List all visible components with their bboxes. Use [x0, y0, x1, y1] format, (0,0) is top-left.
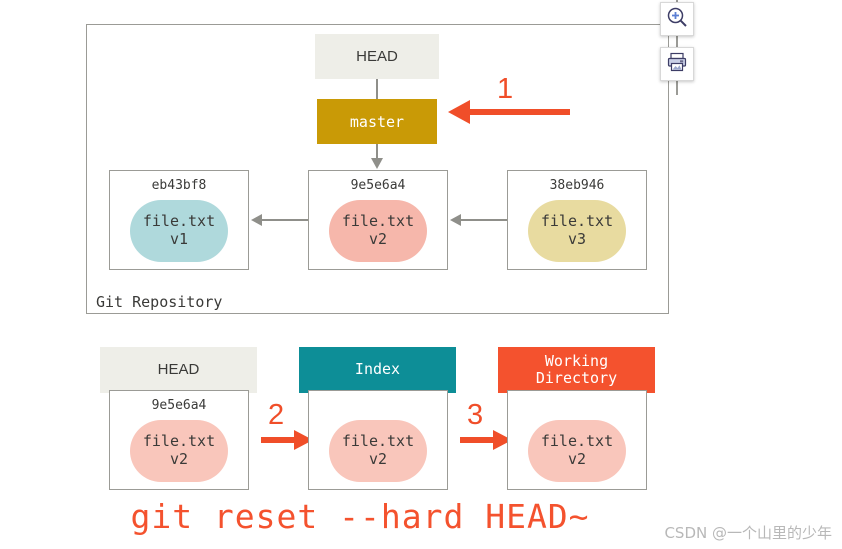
blob-version: v2: [368, 230, 388, 248]
blob-version: v1: [169, 230, 189, 248]
commit-link-3-to-2-arrowhead: [450, 214, 461, 226]
stage-header-working-directory: Working Directory: [498, 347, 655, 393]
step-1-arrow-shaft: [470, 109, 570, 115]
step-1-number: 1: [497, 73, 514, 105]
commit-blob: file.txt v3: [528, 200, 626, 262]
commit-link-2-to-1: [262, 219, 308, 221]
blob-filename: file.txt: [540, 432, 614, 451]
stage-blob: file.txt v2: [130, 420, 228, 482]
print-button[interactable]: [660, 47, 694, 81]
blob-version: v2: [567, 450, 587, 468]
csdn-watermark: CSDN @一个山里的少年: [664, 524, 832, 542]
step-2-number: 2: [268, 399, 285, 431]
repo-head-label: HEAD: [356, 48, 398, 65]
blob-filename: file.txt: [540, 212, 614, 231]
stage-body-working-directory: file.txt v2: [507, 390, 647, 490]
blob-filename: file.txt: [341, 212, 415, 231]
zoom-in-button[interactable]: [660, 2, 694, 36]
commit-sha: 38eb946: [549, 178, 605, 193]
printer-icon: [666, 51, 688, 78]
git-repository-label: Git Repository: [96, 293, 223, 311]
step-3-number: 3: [467, 399, 484, 431]
repo-master-box: master: [317, 99, 437, 144]
stage-header-working-directory-label: Working Directory: [535, 351, 618, 388]
blob-filename: file.txt: [142, 432, 216, 451]
stage-blob: file.txt v2: [329, 420, 427, 482]
stage-header-index-label: Index: [354, 360, 401, 379]
commit-sha: 9e5e6a4: [350, 178, 406, 193]
stage-blob: file.txt v2: [528, 420, 626, 482]
working-directory-line-1: Working: [544, 351, 609, 370]
commit-link-3-to-2: [461, 219, 507, 221]
step-3-arrow-shaft: [460, 437, 495, 443]
commit-blob: file.txt v2: [329, 200, 427, 262]
commit-blob: file.txt v1: [130, 200, 228, 262]
commit-box-eb43bf8: eb43bf8 file.txt v1: [109, 170, 249, 270]
blob-filename: file.txt: [341, 432, 415, 451]
blob-version: v2: [368, 450, 388, 468]
commit-box-9e5e6a4: 9e5e6a4 file.txt v2: [308, 170, 448, 270]
blob-version: v3: [567, 230, 587, 248]
diagram-canvas: Git Repository HEAD master 1 eb43bf8 fil…: [0, 0, 842, 549]
blob-filename: file.txt: [142, 212, 216, 231]
step-2-arrow-shaft: [261, 437, 296, 443]
repo-head-box: HEAD: [315, 34, 439, 79]
commit-link-2-to-1-arrowhead: [251, 214, 262, 226]
stage-header-head: HEAD: [100, 347, 257, 393]
stage-body-index: file.txt v2: [308, 390, 448, 490]
master-to-commit-arrowhead: [371, 158, 383, 169]
commit-box-38eb946: 38eb946 file.txt v3: [507, 170, 647, 270]
git-command-caption: git reset --hard HEAD~: [130, 497, 590, 536]
repo-master-label: master: [349, 112, 405, 131]
commit-sha: eb43bf8: [151, 178, 207, 193]
stage-body-head: 9e5e6a4 file.txt v2: [109, 390, 249, 490]
stage-header-index: Index: [299, 347, 456, 393]
head-to-master-connector: [376, 79, 378, 99]
step-1-arrow-head: [448, 100, 470, 124]
working-directory-line-2: Directory: [535, 369, 618, 387]
stage-sha: 9e5e6a4: [151, 398, 207, 413]
zoom-in-icon: [666, 6, 688, 33]
blob-version: v2: [169, 450, 189, 468]
stage-header-head-label: HEAD: [157, 361, 200, 379]
